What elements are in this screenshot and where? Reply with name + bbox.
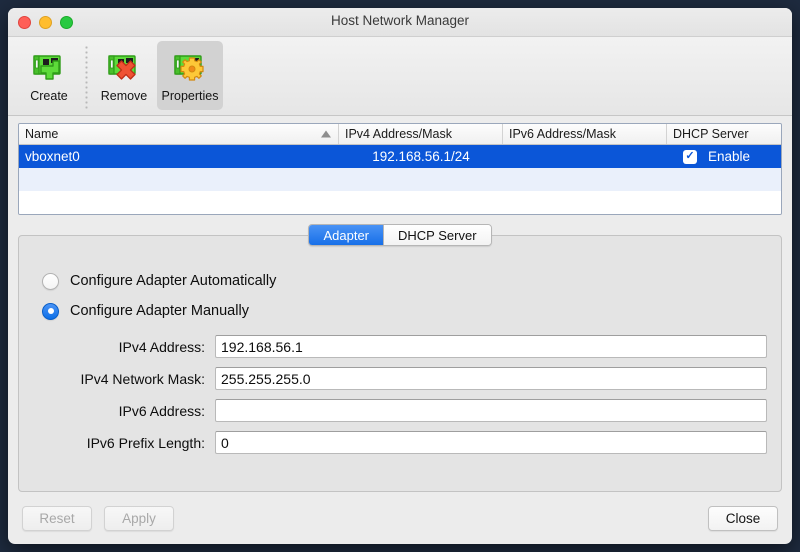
toolbar-separator — [82, 45, 91, 111]
label-ipv6-address: IPv6 Address: — [118, 402, 205, 419]
tab-adapter[interactable]: Adapter — [309, 225, 385, 245]
input-ipv4-network-mask[interactable]: 255.255.255.0 — [215, 367, 767, 390]
close-button[interactable]: Close — [708, 505, 778, 531]
footer-bar: Reset Apply Close — [8, 492, 792, 544]
sort-ascending-icon — [321, 130, 331, 138]
network-card-add-icon — [29, 46, 69, 86]
table-body: vboxnet0 192.168.56.1/24 ✓ Enable — [19, 145, 781, 215]
networks-table[interactable]: Name IPv4 Address/Mask IPv6 Address/Mask… — [18, 123, 782, 215]
reset-button[interactable]: Reset — [22, 505, 92, 531]
cell-ipv6 — [503, 145, 667, 168]
adapter-panel: Configure Adapter Automatically Configur… — [18, 235, 782, 492]
apply-button[interactable]: Apply — [104, 505, 174, 531]
radio-configure-automatically[interactable]: Configure Adapter Automatically — [19, 266, 781, 296]
column-header-name[interactable]: Name — [19, 124, 339, 144]
cell-name: vboxnet0 — [25, 149, 80, 164]
toolbar-create-label: Create — [30, 89, 68, 103]
dhcp-enable-label: Enable — [708, 149, 751, 164]
field-ipv6-address: IPv6 Address: — [19, 399, 781, 422]
radio-manual-indicator[interactable] — [42, 302, 59, 320]
column-header-ipv4[interactable]: IPv4 Address/Mask — [339, 124, 503, 144]
toolbar-properties-label: Properties — [161, 89, 219, 103]
segmented-control: Adapter DHCP Server — [308, 224, 492, 246]
table-empty-row — [19, 191, 781, 214]
tab-strip: Adapter DHCP Server — [8, 224, 792, 246]
column-header-name-label: Name — [25, 127, 59, 141]
field-ipv4-address: IPv4 Address: 192.168.56.1 — [19, 335, 781, 358]
network-card-remove-icon — [104, 46, 144, 86]
toolbar-remove-button[interactable]: Remove — [91, 41, 157, 110]
radio-manual-label: Configure Adapter Manually — [70, 303, 249, 319]
host-network-manager-window: Host Network Manager Create Remove Prope… — [8, 8, 792, 544]
table-empty-row — [19, 214, 781, 215]
radio-auto-indicator[interactable] — [42, 272, 59, 290]
titlebar: Host Network Manager — [8, 8, 792, 37]
field-ipv4-network-mask: IPv4 Network Mask: 255.255.255.0 — [19, 367, 781, 390]
toolbar-create-button[interactable]: Create — [16, 41, 82, 110]
column-header-dhcp[interactable]: DHCP Server — [667, 124, 781, 144]
table-header-row: Name IPv4 Address/Mask IPv6 Address/Mask… — [19, 124, 781, 145]
column-header-ipv4-label: IPv4 Address/Mask — [345, 127, 452, 141]
label-ipv4-network-mask: IPv4 Network Mask: — [80, 370, 205, 387]
tab-dhcp-server[interactable]: DHCP Server — [384, 225, 491, 245]
cell-ipv4: 192.168.56.1/24 — [372, 149, 470, 164]
input-ipv6-address[interactable] — [215, 399, 767, 422]
dhcp-enable-checkbox[interactable]: ✓ — [683, 149, 697, 164]
radio-auto-label: Configure Adapter Automatically — [70, 273, 277, 289]
table-empty-row — [19, 168, 781, 191]
network-card-gear-icon — [170, 46, 210, 86]
label-ipv4-address: IPv4 Address: — [118, 338, 205, 355]
cell-dhcp: ✓ Enable — [667, 145, 781, 168]
input-ipv4-address[interactable]: 192.168.56.1 — [215, 335, 767, 358]
column-header-ipv6[interactable]: IPv6 Address/Mask — [503, 124, 667, 144]
table-row[interactable]: vboxnet0 192.168.56.1/24 ✓ Enable — [19, 145, 781, 168]
toolbar-remove-label: Remove — [100, 89, 148, 103]
window-title: Host Network Manager — [330, 13, 470, 28]
toolbar: Create Remove Properties — [8, 37, 792, 116]
input-ipv6-prefix-length[interactable]: 0 — [215, 431, 767, 454]
column-header-ipv6-label: IPv6 Address/Mask — [509, 127, 616, 141]
radio-configure-manually[interactable]: Configure Adapter Manually — [19, 296, 781, 326]
label-ipv6-prefix-length: IPv6 Prefix Length: — [86, 434, 205, 451]
toolbar-properties-button[interactable]: Properties — [157, 41, 223, 110]
column-header-dhcp-label: DHCP Server — [673, 127, 749, 141]
field-ipv6-prefix-length: IPv6 Prefix Length: 0 — [19, 431, 781, 454]
